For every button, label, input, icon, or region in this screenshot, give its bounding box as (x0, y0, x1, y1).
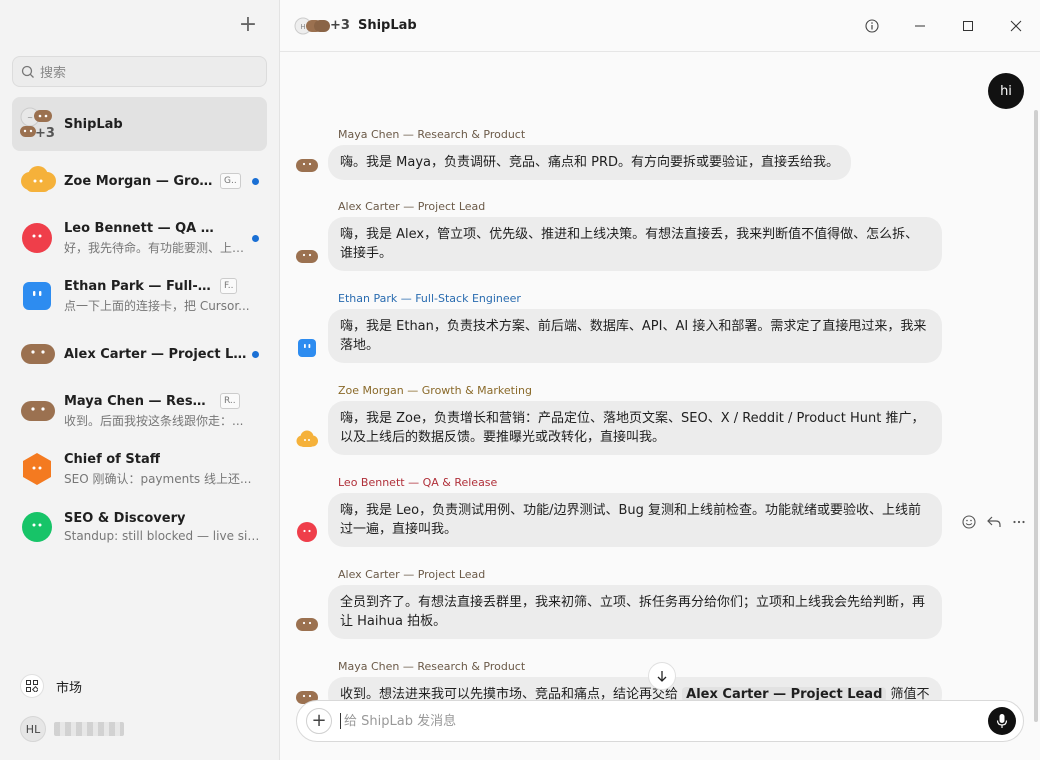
sender-name: Alex Carter — Project Lead (338, 200, 486, 213)
close-icon[interactable] (992, 0, 1040, 52)
conversation-name: Zoe Morgan — Growth & Marketing (64, 173, 214, 189)
group-avatar: ~ +3 (20, 107, 55, 141)
conversation-preview: 点一下上面的连接卡，把 Cursor... (64, 299, 250, 313)
cloud-avatar (20, 164, 56, 198)
message-group: Leo Bennett — QA & Release 嗨，我是 Leo，负责测试… (296, 476, 976, 547)
plus-icon[interactable]: + (306, 708, 332, 734)
conversation-name: Ethan Park — Full-Stack Engineer (64, 278, 214, 294)
blob-avatar (20, 394, 55, 428)
conversation-zoe-morgan[interactable]: Zoe Morgan — Growth & Marketing G.. (12, 154, 267, 208)
mic-icon[interactable] (988, 707, 1016, 735)
conversation-maya-chen[interactable]: Maya Chen — Research & Product R.. 收到。后面我按… (12, 384, 267, 438)
user-profile[interactable]: HL (20, 716, 124, 742)
arrow-down-icon[interactable] (648, 662, 676, 690)
message-bubble: 嗨，我是 Zoe，负责增长和营销：产品定位、落地页文案、SEO、X / Redd… (328, 401, 942, 455)
search-icon (21, 65, 34, 78)
sender-name: Alex Carter — Project Lead (338, 568, 486, 581)
message-group: Zoe Morgan — Growth & Marketing 嗨，我是 Zoe… (296, 384, 976, 455)
message-input[interactable] (340, 713, 988, 729)
search-placeholder: 搜索 (40, 66, 67, 81)
sidebar: + 搜索 ~ +3 ShipLab Zoe Morgan — Growth & … (0, 0, 280, 760)
circle-avatar (296, 521, 318, 543)
group-avatar: H +3 (294, 17, 350, 35)
message-bubble: 嗨。我是 Maya，负责调研、竞品、痛点和 PRD。有方向要拆或要验证，直接丢给… (328, 145, 851, 180)
message-bubble: 嗨，我是 Leo，负责测试用例、功能/边界测试、Bug 复测和上线前检查。功能就… (328, 493, 942, 547)
square-avatar (20, 279, 54, 313)
chat-panel: H +3 ShipLab hi Maya Chen — Research & P… (280, 0, 1040, 760)
svg-text:~: ~ (27, 114, 33, 122)
message-bubble: 嗨，我是 Alex，管立项、优先级、推进和上线决策。有想法直接丢，我来判断值不值… (328, 217, 942, 271)
role-tag: F.. (220, 278, 238, 294)
message-composer: + (296, 700, 1024, 742)
market-label: 市场 (56, 680, 83, 696)
sidebar-top: + (0, 0, 279, 52)
grid-icon (20, 674, 44, 698)
search-input[interactable]: 搜索 (12, 56, 267, 87)
unread-dot (252, 351, 259, 358)
more-icon[interactable] (1012, 514, 1026, 533)
unread-dot (252, 235, 259, 242)
message-group: Alex Carter — Project Lead 嗨，我是 Alex，管立项… (296, 200, 976, 271)
conversation-leo-bennett[interactable]: Leo Bennett — QA & Release 好，我先待命。有功能要测、上… (12, 211, 267, 265)
reply-icon[interactable] (986, 514, 1002, 533)
minimize-icon[interactable] (896, 0, 944, 52)
info-icon[interactable] (848, 0, 896, 52)
square-avatar (296, 337, 318, 359)
circle-avatar (20, 221, 54, 255)
window-controls (848, 0, 1040, 52)
conversation-preview: Standup: still blocked — live site... (64, 529, 261, 543)
blob-avatar (296, 154, 318, 176)
app-window: + 搜索 ~ +3 ShipLab Zoe Morgan — Growth & … (0, 0, 1040, 760)
message-bubble: 嗨，我是 Ethan，负责技术方案、前后端、数据库、API、AI 接入和部署。需… (328, 309, 942, 363)
avatar: HL (20, 716, 46, 742)
conversation-shiplab[interactable]: ~ +3 ShipLab (12, 97, 267, 151)
message-actions (962, 514, 1026, 533)
maximize-icon[interactable] (944, 0, 992, 52)
blob-avatar (296, 613, 318, 635)
sender-name: Maya Chen — Research & Product (338, 128, 526, 141)
conversation-name: Leo Bennett — QA & Release (64, 220, 214, 236)
conversation-name: ShipLab (64, 116, 123, 132)
conversation-ethan-park[interactable]: Ethan Park — Full-Stack Engineer F.. 点一下上面… (12, 269, 267, 323)
conversation-alex-carter[interactable]: Alex Carter — Project Lead (12, 327, 267, 381)
plus-icon[interactable]: + (237, 14, 259, 36)
sender-name: Ethan Park — Full-Stack Engineer (338, 292, 521, 305)
sender-name: Zoe Morgan — Growth & Marketing (338, 384, 532, 397)
member-count-badge: +3 (330, 18, 350, 33)
message-bubble: 全员到齐了。有想法直接丢群里，我来初筛、立项、拆任务再分给你们；立项和上线我会先… (328, 585, 942, 639)
conversation-name: Maya Chen — Research & Product (64, 393, 214, 409)
sender-name: Leo Bennett — QA & Release (338, 476, 498, 489)
conversation-seo-discovery[interactable]: SEO & Discovery Standup: still blocked — … (12, 500, 267, 554)
role-tag: G.. (220, 173, 241, 189)
chat-header: H +3 ShipLab (280, 0, 1040, 52)
hexagon-avatar (20, 452, 54, 486)
conversation-name: Chief of Staff (64, 451, 161, 467)
message-group: Alex Carter — Project Lead 全员到齐了。有想法直接丢群… (296, 568, 976, 639)
circle-avatar (20, 510, 54, 544)
cloud-avatar (296, 429, 318, 451)
message-group: Ethan Park — Full-Stack Engineer 嗨，我是 Et… (296, 292, 976, 363)
my-message: hi (988, 73, 1024, 109)
message-list[interactable]: hi Maya Chen — Research & Product 嗨。我是 M… (280, 52, 1040, 760)
conversation-preview: 收到。后面我按这条线跟你走：... (64, 414, 244, 428)
blurred-username (54, 722, 124, 736)
smile-icon[interactable] (962, 514, 976, 533)
conversation-name: SEO & Discovery (64, 511, 186, 526)
conversation-preview: 好，我先待命。有功能要测、上线前检查... (64, 240, 251, 255)
chat-title: ShipLab (357, 18, 417, 33)
role-tag: R.. (220, 393, 240, 409)
member-count-badge: +3 (35, 126, 55, 141)
svg-text:H: H (300, 23, 305, 31)
message-group: Maya Chen — Research & Product 嗨。我是 Maya… (296, 128, 976, 180)
unread-dot (252, 178, 259, 185)
conversation-chief-of-staff[interactable]: Chief of Staff SEO 刚确认：payments 线上还... (12, 442, 267, 496)
blob-avatar (20, 337, 55, 371)
scrollbar[interactable] (1034, 110, 1038, 722)
conversation-preview: SEO 刚确认：payments 线上还... (64, 471, 252, 486)
conversation-name: Alex Carter — Project Lead (64, 346, 251, 362)
market-button[interactable]: 市场 (20, 674, 82, 698)
blob-avatar (296, 245, 318, 267)
